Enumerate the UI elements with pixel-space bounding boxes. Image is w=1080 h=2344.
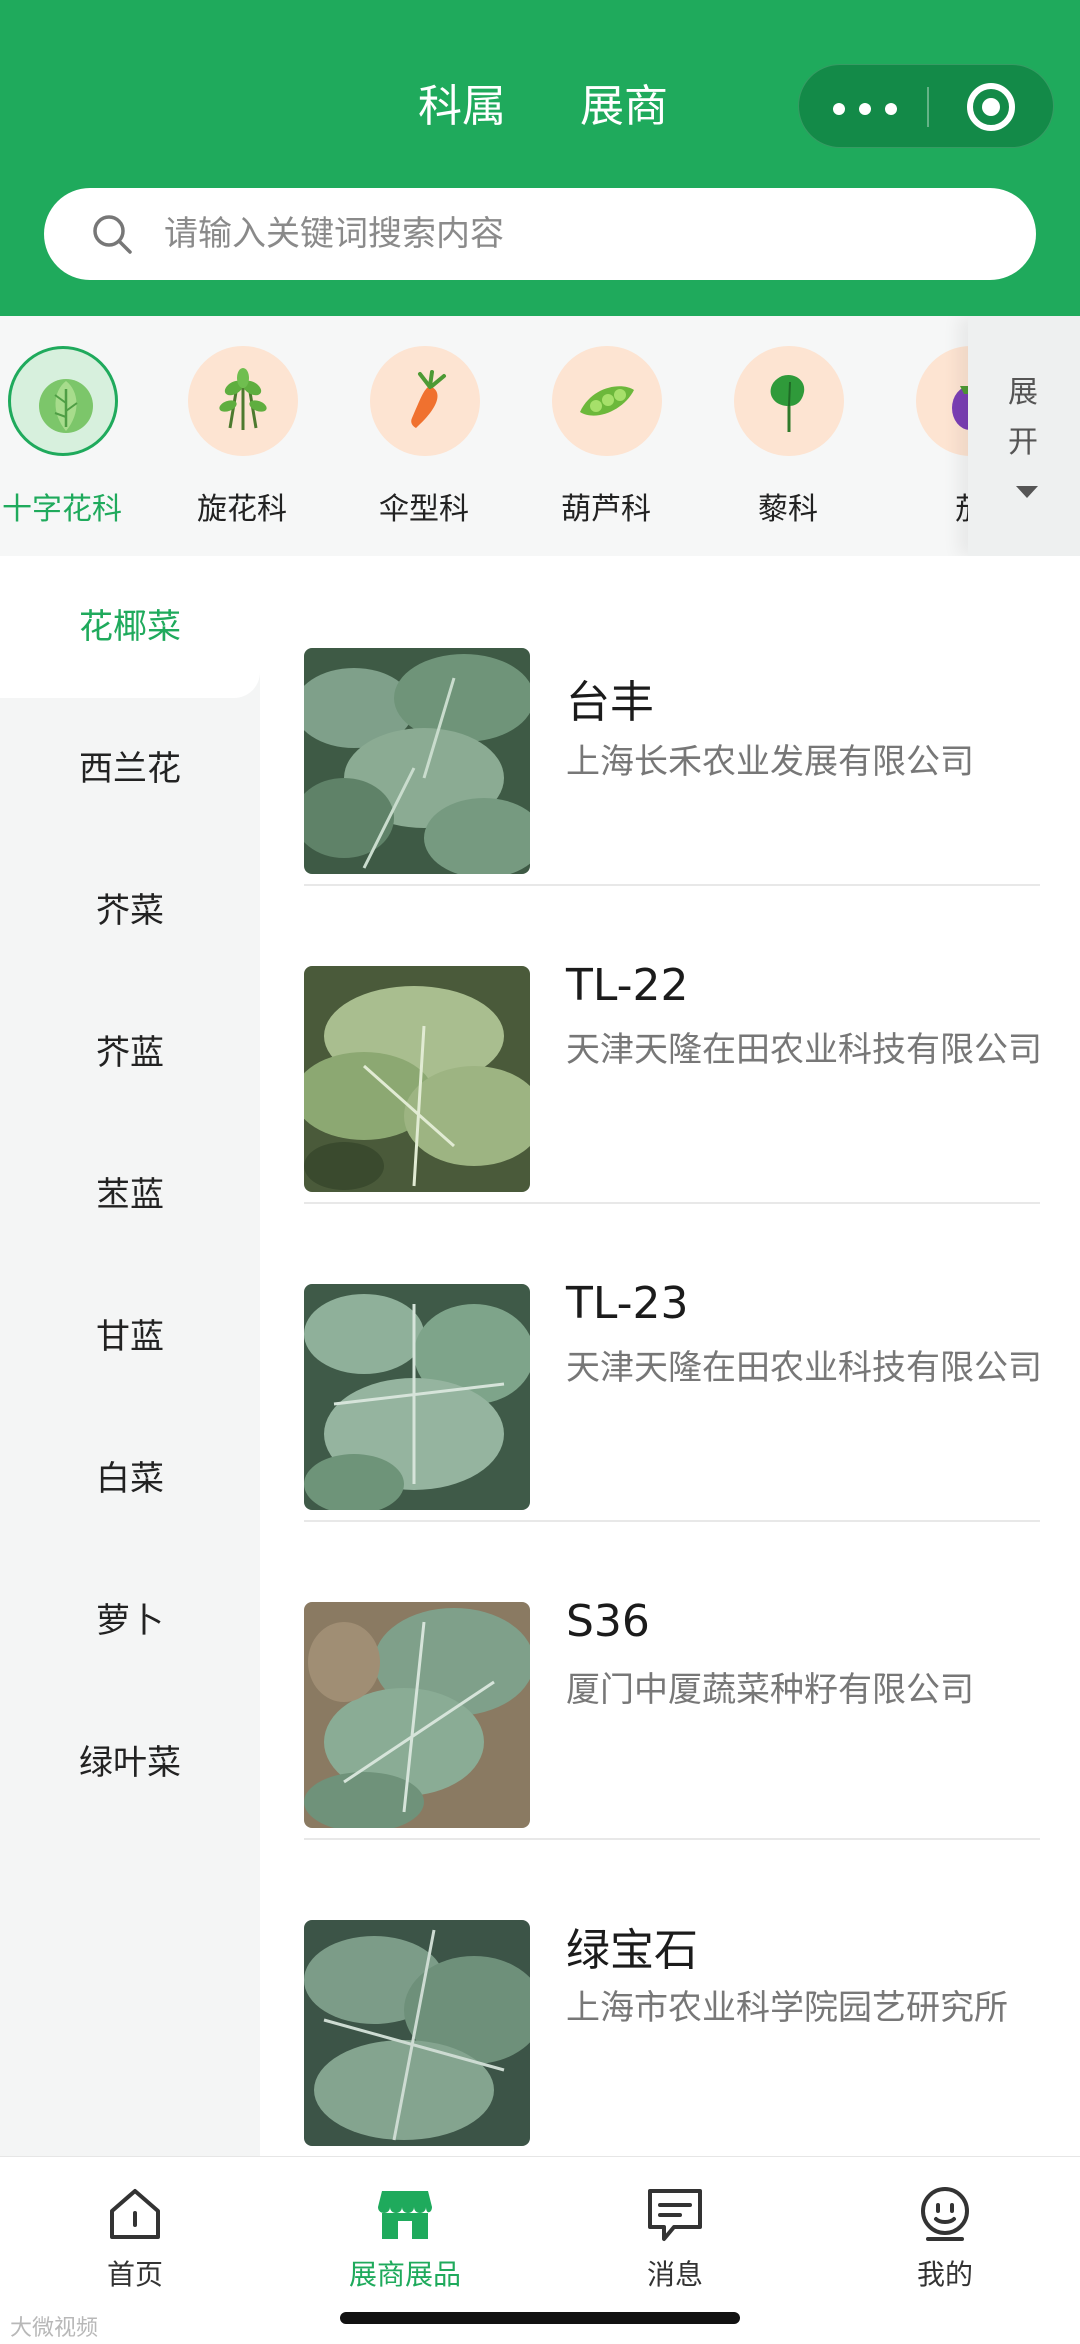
product-photo [304, 966, 530, 1192]
category-label: 葫芦科 [561, 492, 651, 527]
category-label: 十字花科 [2, 492, 122, 527]
category-circle [8, 346, 118, 456]
spinach-icon [770, 374, 805, 432]
sidebar-item-kohlrabi[interactable]: 苤蓝 [0, 1124, 260, 1266]
nav-exhibitors[interactable]: 展商展品 [270, 2183, 540, 2303]
company-name: 上海长禾农业发展有限公司 [566, 742, 974, 782]
sprout-icon [219, 368, 267, 430]
status-bar [0, 0, 1080, 20]
product-name: 台丰 [566, 677, 654, 728]
list-item[interactable]: TL-23 天津天隆在田农业科技有限公司 [304, 1192, 1042, 1522]
header: 科属 展商 请输入关键词搜索内容 [0, 0, 1080, 316]
nav-profile[interactable]: 我的 [810, 2183, 1080, 2303]
watermark: 大微视频 [10, 2316, 99, 2341]
product-photo [304, 1920, 530, 2146]
miniprogram-capsule [798, 64, 1054, 148]
sidebar-item-cabbage[interactable]: 甘蓝 [0, 1266, 260, 1408]
list-item[interactable]: 台丰 上海长禾农业发展有限公司 [304, 556, 1040, 886]
category-circle [734, 346, 844, 456]
expand-categories-button[interactable]: 展开 [968, 316, 1080, 556]
sidebar-item-kailan[interactable]: 芥蓝 [0, 982, 260, 1124]
product-list: 台丰 上海长禾农业发展有限公司 TL-22 天津天隆在田农业科技有限公司 TL-… [260, 556, 1080, 2156]
expand-label: 展开 [1008, 375, 1038, 460]
search-placeholder: 请输入关键词搜索内容 [164, 214, 504, 254]
carrot-icon [411, 370, 446, 428]
category-circle [370, 346, 480, 456]
sidebar-item-mustard[interactable]: 芥菜 [0, 840, 260, 982]
company-name: 天津天隆在田农业科技有限公司 [566, 1348, 1042, 1388]
search-icon [93, 215, 132, 254]
nav-label: 展商展品 [348, 2258, 461, 2291]
home-indicator[interactable] [340, 2312, 740, 2324]
pea-pod-icon [580, 386, 634, 416]
company-name: 天津天隆在田农业科技有限公司 [566, 1030, 1042, 1070]
category-chenopodiaceae[interactable]: 藜科 [698, 316, 878, 556]
list-item[interactable]: TL-22 天津天隆在田农业科技有限公司 [304, 874, 1042, 1204]
category-label: 伞型科 [379, 492, 469, 527]
category-label: 藜科 [758, 492, 818, 527]
caret-down-icon [1016, 486, 1038, 498]
sidebar-item-broccoli[interactable]: 西兰花 [0, 698, 260, 840]
product-photo [304, 1284, 530, 1510]
product-name: 绿宝石 [566, 1925, 698, 1976]
list-item[interactable]: 绿宝石 上海市农业科学院园艺研究所 [304, 1828, 1040, 2146]
subcategory-sidebar: 花椰菜 西兰花 芥菜 芥蓝 苤蓝 甘蓝 白菜 萝卜 绿叶菜 [0, 556, 260, 2156]
store-icon [378, 2191, 432, 2239]
product-photo [304, 1602, 530, 1828]
profile-icon [921, 2187, 969, 2241]
list-item[interactable]: S36 厦门中厦蔬菜种籽有限公司 [304, 1510, 1040, 1840]
product-name: TL-22 [566, 960, 689, 1011]
sidebar-item-cauliflower[interactable]: 花椰菜 [0, 556, 260, 698]
category-strip: 十字花科 旋花科 伞型科 葫芦科 藜科 展开 [0, 316, 1080, 556]
sidebar-item-radish[interactable]: 萝卜 [0, 1550, 260, 1692]
tab-family[interactable]: 科属 [418, 72, 506, 142]
sidebar-item-leafy-greens[interactable]: 绿叶菜 [0, 1692, 260, 1834]
category-circle [552, 346, 662, 456]
product-photo [304, 648, 530, 874]
nav-label: 消息 [646, 2258, 703, 2291]
category-cucurbitaceae[interactable]: 葫芦科 [516, 316, 696, 556]
more-dots-icon [833, 103, 845, 115]
category-cruciferae[interactable]: 十字花科 [0, 316, 152, 556]
nav-label: 我的 [916, 2258, 973, 2291]
nav-home[interactable]: 首页 [0, 2183, 270, 2303]
nav-label: 首页 [106, 2258, 163, 2291]
company-name: 上海市农业科学院园艺研究所 [566, 1988, 1008, 2028]
close-miniprogram-icon[interactable] [967, 83, 1015, 131]
category-umbelliferae[interactable]: 伞型科 [334, 316, 514, 556]
category-convolvulaceae[interactable]: 旋花科 [152, 316, 332, 556]
category-label: 旋花科 [197, 492, 287, 527]
category-circle [188, 346, 298, 456]
home-icon [110, 2189, 160, 2239]
product-name: TL-23 [566, 1278, 689, 1329]
sidebar-item-chinese-cabbage[interactable]: 白菜 [0, 1408, 260, 1550]
nav-messages[interactable]: 消息 [540, 2183, 810, 2303]
search-input[interactable]: 请输入关键词搜索内容 [44, 188, 1036, 280]
capsule-divider [927, 87, 929, 127]
message-icon [648, 2189, 702, 2241]
more-dots-icon-2 [859, 103, 871, 115]
product-name: S36 [566, 1596, 650, 1647]
cabbage-icon [39, 379, 93, 433]
tab-exhibitor[interactable]: 展商 [580, 72, 668, 142]
company-name: 厦门中厦蔬菜种籽有限公司 [566, 1670, 974, 1710]
more-menu-button[interactable] [833, 65, 953, 149]
more-dots-icon-3 [885, 103, 897, 115]
